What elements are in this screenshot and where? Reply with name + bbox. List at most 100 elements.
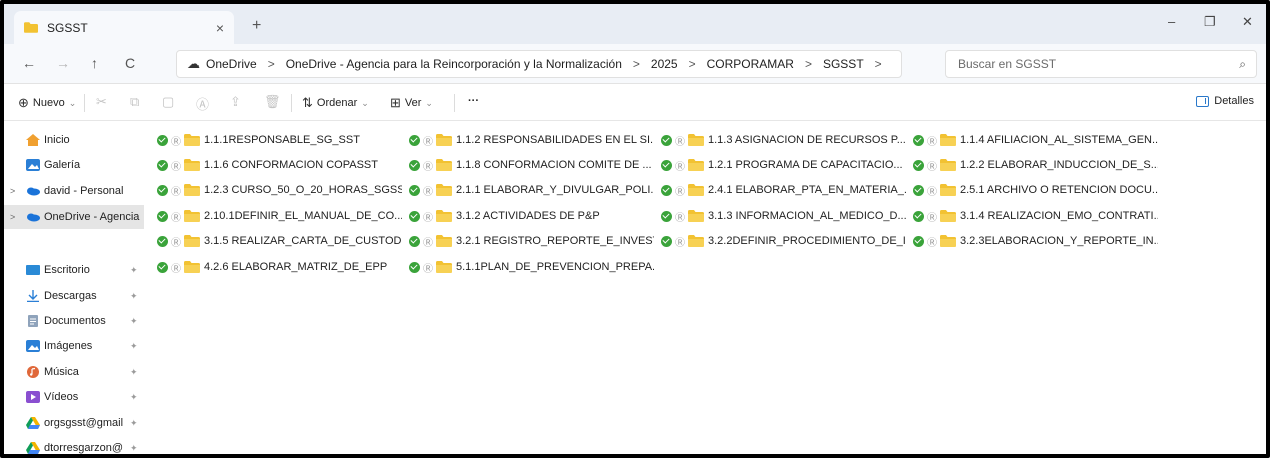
more-options-button[interactable]: ··· xyxy=(468,95,479,107)
forward-button[interactable]: → xyxy=(56,55,70,71)
delete-icon[interactable]: 🗑 xyxy=(264,94,281,110)
sync-status-icon xyxy=(409,235,420,247)
folder-icon xyxy=(688,235,704,247)
sidebar-item-descargas[interactable]: Descargas ✦ xyxy=(4,284,144,308)
chevron-right-icon[interactable]: > xyxy=(633,57,640,71)
share-icon[interactable]: ⇪ xyxy=(230,94,241,110)
folder-item[interactable]: Ⓡ 1.1.2 RESPONSABILIDADES EN EL SI... xyxy=(409,130,654,150)
folder-item[interactable]: Ⓡ 3.1.4 REALIZACION_EMO_CONTRATI... xyxy=(913,206,1158,226)
folder-item[interactable]: Ⓡ 1.1.4 AFILIACION_AL_SISTEMA_GEN... xyxy=(913,130,1158,150)
rename-icon[interactable]: Ⓐ xyxy=(196,94,209,113)
folder-item[interactable]: Ⓡ 3.1.3 INFORMACION_AL_MEDICO_D... xyxy=(661,206,906,226)
folder-item[interactable]: Ⓡ 1.1.6 CONFORMACION COPASST xyxy=(157,155,402,175)
sort-button[interactable]: ⇅ Ordenar ⌄ xyxy=(302,95,369,111)
sidebar-item-videos[interactable]: Vídeos ✦ xyxy=(4,385,144,409)
folder-item[interactable]: Ⓡ 2.4.1 ELABORAR_PTA_EN_MATERIA_... xyxy=(661,180,906,200)
sidebar-item-onedrive-agencia[interactable]: > OneDrive - Agencia xyxy=(4,205,144,229)
chevron-right-icon[interactable]: > xyxy=(689,57,696,71)
command-bar: ⊕ Nuevo ⌄ ✂ ⧉ ▢ Ⓐ ⇪ 🗑 ⇅ Ordenar ⌄ ⊞ Ver … xyxy=(4,85,1266,121)
folder-item[interactable]: Ⓡ 3.1.2 ACTIVIDADES DE P&P xyxy=(409,206,654,226)
chevron-right-icon[interactable]: > xyxy=(805,57,812,71)
sidebar-item-imagenes[interactable]: Imágenes ✦ xyxy=(4,334,144,358)
folder-item[interactable]: Ⓡ 3.2.3ELABORACION_Y_REPORTE_IN... xyxy=(913,231,1158,251)
pin-icon[interactable]: ✦ xyxy=(130,392,138,403)
pin-icon[interactable]: ✦ xyxy=(130,291,138,302)
restore-button[interactable]: ❐ xyxy=(1204,14,1216,30)
breadcrumb-2025[interactable]: 2025 xyxy=(651,57,678,71)
sidebar-item-label: david - Personal xyxy=(44,185,124,197)
search-input[interactable]: Buscar en SGSST ⌕ xyxy=(945,50,1257,78)
refresh-button[interactable]: C xyxy=(125,55,135,71)
chevron-right-icon[interactable]: > xyxy=(10,186,15,196)
sidebar-item-label: orgsgsst@gmail xyxy=(44,417,124,429)
paste-icon[interactable]: ▢ xyxy=(162,94,174,110)
folder-item[interactable]: Ⓡ 2.1.1 ELABORAR_Y_DIVULGAR_POLI... xyxy=(409,180,654,200)
chevron-right-icon[interactable]: > xyxy=(268,57,275,71)
breadcrumb-sgsst[interactable]: SGSST xyxy=(823,57,864,71)
sidebar-item-label: Documentos xyxy=(44,315,106,327)
file-explorer-window: SGSST × + – ❐ ✕ ← → ↑ C ☁ OneDrive > One… xyxy=(0,0,1270,458)
back-button[interactable]: ← xyxy=(22,55,36,71)
google-drive-icon xyxy=(26,417,40,429)
sidebar-item-label: Imágenes xyxy=(44,340,93,352)
sidebar-item-documentos[interactable]: Documentos ✦ xyxy=(4,309,144,333)
search-icon[interactable]: ⌕ xyxy=(1239,57,1246,72)
details-button[interactable]: Detalles xyxy=(1196,95,1254,107)
copy-icon[interactable]: ⧉ xyxy=(130,94,139,110)
chevron-right-icon[interactable]: > xyxy=(875,57,882,71)
folder-item[interactable]: Ⓡ 2.10.1DEFINIR_EL_MANUAL_DE_CO... xyxy=(157,206,402,226)
view-button[interactable]: ⊞ Ver ⌄ xyxy=(390,95,433,111)
sync-status-icon xyxy=(913,134,924,146)
breadcrumb-onedrive[interactable]: OneDrive xyxy=(206,57,257,71)
close-tab-icon[interactable]: × xyxy=(216,20,224,36)
folder-icon xyxy=(436,261,452,273)
sidebar-item-david-personal[interactable]: > david - Personal xyxy=(4,179,144,203)
folder-item[interactable]: Ⓡ 1.1.8 CONFORMACION COMITE DE ... xyxy=(409,155,654,175)
shared-person-icon: Ⓡ xyxy=(423,136,433,148)
close-window-button[interactable]: ✕ xyxy=(1242,14,1253,30)
pin-icon[interactable]: ✦ xyxy=(130,316,138,327)
pin-icon[interactable]: ✦ xyxy=(130,341,138,352)
folder-item[interactable]: Ⓡ 3.1.5 REALIZAR_CARTA_DE_CUSTOD... xyxy=(157,231,402,251)
title-bar: SGSST × + – ❐ ✕ xyxy=(4,4,1266,44)
address-bar[interactable]: ☁ OneDrive > OneDrive - Agencia para la … xyxy=(176,50,902,78)
folder-name: 2.5.1 ARCHIVO O RETENCION DOCU... xyxy=(960,184,1158,196)
sidebar-item-escritorio[interactable]: Escritorio ✦ xyxy=(4,258,144,282)
cut-icon[interactable]: ✂ xyxy=(96,94,107,110)
plus-circle-icon: ⊕ xyxy=(18,95,29,110)
sync-status-icon xyxy=(661,184,672,196)
folder-item[interactable]: Ⓡ 1.1.3 ASIGNACION DE RECURSOS P... xyxy=(661,130,906,150)
new-button[interactable]: ⊕ Nuevo ⌄ xyxy=(18,95,76,111)
sync-status-icon xyxy=(913,159,924,171)
pin-icon[interactable]: ✦ xyxy=(130,443,138,454)
folder-item[interactable]: Ⓡ 5.1.1PLAN_DE_PREVENCION_PREPA... xyxy=(409,257,654,277)
sidebar-item-orgsgsst[interactable]: orgsgsst@gmail ✦ xyxy=(4,411,144,435)
folder-item[interactable]: Ⓡ 1.1.1RESPONSABLE_SG_SST xyxy=(157,130,402,150)
folder-name: 3.2.3ELABORACION_Y_REPORTE_IN... xyxy=(960,235,1158,247)
up-button[interactable]: ↑ xyxy=(91,55,98,71)
folder-item[interactable]: Ⓡ 1.2.1 PROGRAMA DE CAPACITACIO... xyxy=(661,155,906,175)
sync-status-icon xyxy=(661,159,672,171)
folder-item[interactable]: Ⓡ 1.2.2 ELABORAR_INDUCCION_DE_S... xyxy=(913,155,1158,175)
minimize-button[interactable]: – xyxy=(1168,14,1175,29)
pin-icon[interactable]: ✦ xyxy=(130,367,138,378)
tab-sgsst[interactable]: SGSST × xyxy=(14,11,234,44)
folder-item[interactable]: Ⓡ 2.5.1 ARCHIVO O RETENCION DOCU... xyxy=(913,180,1158,200)
sidebar-item-inicio[interactable]: Inicio xyxy=(4,128,144,152)
breadcrumb-corporamar[interactable]: CORPORAMAR xyxy=(707,57,794,71)
pin-icon[interactable]: ✦ xyxy=(130,418,138,429)
sidebar-item-musica[interactable]: Música ✦ xyxy=(4,360,144,384)
folder-item[interactable]: Ⓡ 3.2.1 REGISTRO_REPORTE_E_INVESTI... xyxy=(409,231,654,251)
sidebar-item-dtorresgarzon[interactable]: dtorresgarzon@ ✦ xyxy=(4,436,144,454)
breadcrumb-agencia[interactable]: OneDrive - Agencia para la Reincorporaci… xyxy=(286,57,622,71)
folder-item[interactable]: Ⓡ 3.2.2DEFINIR_PROCEDIMIENTO_DE_I... xyxy=(661,231,906,251)
sidebar-item-galeria[interactable]: Galería xyxy=(4,153,144,177)
folder-name: 2.4.1 ELABORAR_PTA_EN_MATERIA_... xyxy=(708,184,906,196)
cloud-icon: ☁ xyxy=(187,56,200,71)
folder-item[interactable]: Ⓡ 1.2.3 CURSO_50_O_20_HORAS_SGSST xyxy=(157,180,402,200)
new-tab-button[interactable]: + xyxy=(252,17,261,35)
pin-icon[interactable]: ✦ xyxy=(130,265,138,276)
onedrive-cloud-icon xyxy=(27,187,40,196)
chevron-right-icon[interactable]: > xyxy=(10,212,15,222)
folder-item[interactable]: Ⓡ 4.2.6 ELABORAR_MATRIZ_DE_EPP xyxy=(157,257,402,277)
